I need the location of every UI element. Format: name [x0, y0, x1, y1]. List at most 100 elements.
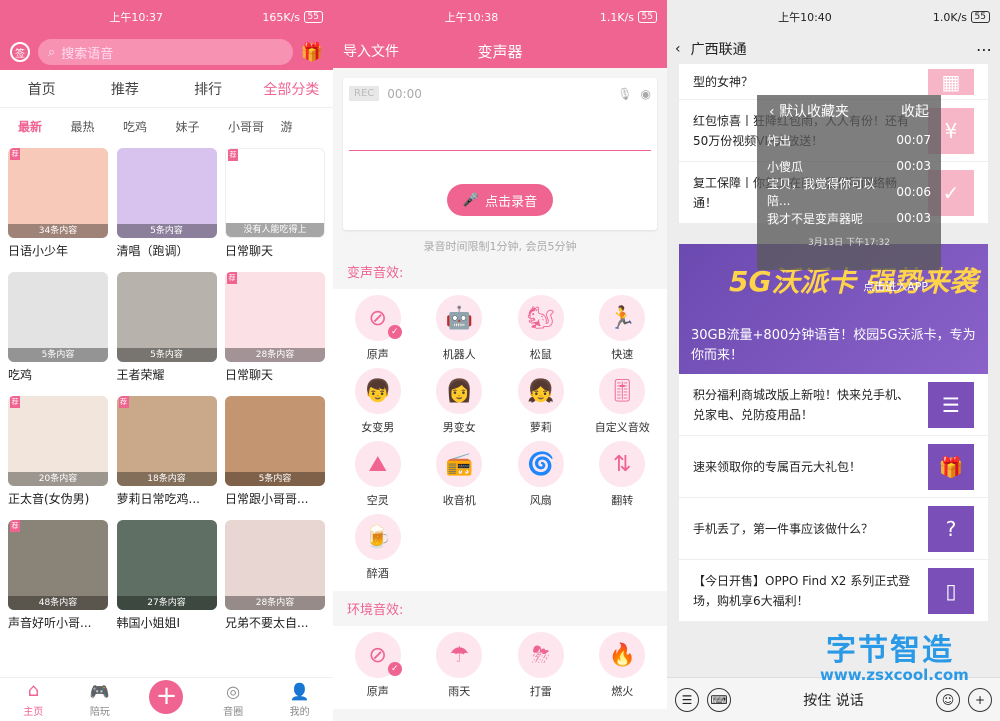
effect-icon: 🏃 [599, 295, 646, 341]
voice-card[interactable]: 荐 没有人能吃得上 日常聊天 [225, 148, 325, 262]
nav-me[interactable]: 👤 我的 [266, 682, 333, 718]
effect-icon: 🎚 [599, 368, 646, 414]
mic-icon[interactable]: 🎙 [617, 87, 632, 101]
effect-icon: 🤖 [436, 295, 483, 341]
recommend-badge: 荐 [10, 520, 20, 532]
collapse-button[interactable]: 收起 [901, 101, 929, 121]
effect-item[interactable]: 🌀 风扇 [500, 441, 582, 508]
effect-item[interactable]: ☂ 雨天 [419, 632, 501, 699]
subtab-games[interactable]: 游 [281, 118, 334, 135]
subtab-hottest[interactable]: 最热 [71, 118, 124, 135]
subtab-girls[interactable]: 妹子 [176, 118, 229, 135]
keyboard-icon[interactable]: ⌨ [707, 687, 731, 712]
article-thumbnail: ▦ [928, 68, 974, 95]
effect-item[interactable]: 👧 萝莉 [500, 368, 582, 435]
hold-to-talk-button[interactable]: 按住 说话 [739, 690, 928, 710]
nav-circle[interactable]: ◎ 音圈 [200, 682, 267, 718]
voice-card[interactable]: 荐 48条内容 声音好听小哥... [8, 520, 108, 634]
effect-label: 松鼠 [529, 348, 552, 361]
article-item[interactable]: 手机丢了，第一件事应该做什么？ ? [679, 498, 988, 560]
check-icon: ✓ [387, 662, 402, 676]
content-count: 27条内容 [116, 596, 217, 610]
effect-label: 萝莉 [529, 421, 552, 434]
article-item[interactable]: 积分福利商城改版上新啦！快来兑手机、兑家电、兑防疫用品！ ☰ [679, 374, 988, 436]
subtab-newest[interactable]: 最新 [18, 118, 71, 135]
sub-tabs: 最新 最热 吃鸡 妹子 小哥哥 游 [0, 108, 333, 144]
favorite-duration: 00:03 [896, 159, 931, 173]
voice-card[interactable]: 27条内容 韩国小姐姐I [116, 520, 217, 634]
effect-glyph: ⊘ [368, 305, 387, 331]
tab-all-categories[interactable]: 全部分类 [250, 79, 333, 99]
effect-item[interactable]: ⇅ 翻转 [582, 441, 664, 508]
battery-icon: 55 [637, 11, 657, 23]
voice-card[interactable]: 荐 20条内容 正太音(女伪男) [8, 396, 108, 510]
article-item[interactable]: 【今日开售】OPPO Find X2 系列正式登场，购机享6大福利！ ▯ [679, 560, 988, 622]
voice-title: 声音好听小哥... [8, 616, 92, 630]
import-file-button[interactable]: 导入文件 [343, 41, 399, 61]
article-icon: ? [945, 516, 957, 541]
effect-item[interactable]: 👦 女变男 [337, 368, 419, 435]
effect-item[interactable]: ⊘ ✓ 原声 [337, 295, 419, 362]
effect-item[interactable]: 🤖 机器人 [419, 295, 501, 362]
nav-play[interactable]: 🎮 陪玩 [67, 682, 134, 718]
search-placeholder: 搜索语音 [61, 46, 114, 62]
tab-ranking[interactable]: 排行 [167, 79, 250, 99]
voice-card[interactable]: 荐 28条内容 日常聊天 [225, 272, 325, 386]
favorite-item[interactable]: 宝贝，我觉得你可以陪... 00:06 [757, 177, 941, 208]
status-time: 上午10:40 [778, 11, 832, 24]
effect-item[interactable]: ⊘ ✓ 原声 [337, 632, 419, 699]
battery-icon: 55 [303, 11, 323, 23]
search-input[interactable]: ⌕ 搜索语音 [38, 39, 293, 65]
voice-card[interactable]: 5条内容 吃鸡 [8, 272, 108, 386]
effect-item[interactable]: ⛈ 打雷 [500, 632, 582, 699]
favorites-title[interactable]: ‹ 默认收藏夹 [769, 101, 849, 121]
voice-card[interactable]: 荐 18条内容 萝莉日常吃鸡... [116, 396, 217, 510]
favorite-item[interactable]: 我才不是变声器呢 00:03 [757, 205, 941, 231]
effect-icon: 🐿 [517, 295, 564, 341]
voice-card[interactable]: 5条内容 清唱（跑调） [116, 148, 217, 262]
subtab-boys[interactable]: 小哥哥 [228, 118, 281, 135]
subtab-pubg[interactable]: 吃鸡 [123, 118, 176, 135]
voice-card[interactable]: 5条内容 日常跟小哥哥... [225, 396, 325, 510]
record-box: REC 00:00 🎙 ◉ 🎤 点击录音 [343, 78, 657, 230]
effect-label: 原声 [366, 348, 389, 361]
voice-card[interactable]: 5条内容 王者荣耀 [116, 272, 217, 386]
menu-icon[interactable]: ☰ [675, 687, 699, 712]
more-icon[interactable]: ⋯ [976, 40, 992, 59]
tab-recommend[interactable]: 推荐 [83, 79, 166, 99]
effect-item[interactable]: 🐿 松鼠 [500, 295, 582, 362]
effect-icon: 🌀 [517, 441, 564, 487]
effect-item[interactable]: 👩 男变女 [419, 368, 501, 435]
record-button[interactable]: 🎤 点击录音 [447, 184, 553, 216]
effect-item[interactable]: 🎚 自定义音效 [582, 368, 664, 435]
header: 导入文件 变声器 [333, 34, 667, 68]
play-icon[interactable]: ◉ [641, 87, 651, 101]
voice-card[interactable]: 荐 34条内容 日语小少年 [8, 148, 108, 262]
emoji-icon[interactable]: ☺ [936, 687, 960, 712]
tab-home[interactable]: 首页 [0, 79, 83, 99]
nav-me-label: 我的 [289, 707, 310, 718]
effect-item[interactable]: 📻 收音机 [419, 441, 501, 508]
content-count: 34条内容 [8, 224, 108, 238]
article-item[interactable]: 速来领取你的专属百元大礼包！ 🎁 [679, 436, 988, 498]
voice-card[interactable]: 28条内容 兄弟不要太自... [225, 520, 325, 634]
add-icon[interactable]: + [968, 687, 992, 712]
favorite-duration: 00:07 [896, 133, 931, 147]
gift-icon[interactable]: 🎁 [301, 42, 323, 63]
nav-home[interactable]: ⌂ 主页 [0, 680, 67, 718]
watermark: 字节智造 [826, 633, 954, 668]
effect-item[interactable]: 🍺 醉酒 [337, 514, 419, 581]
sign-in-icon[interactable]: 签 [10, 42, 30, 62]
effect-item[interactable]: 🏃 快速 [582, 295, 664, 362]
effect-item[interactable]: ⛰ 空灵 [337, 441, 419, 508]
recommend-badge: 荐 [10, 148, 20, 160]
voice-title: 韩国小姐姐I [116, 616, 181, 630]
effect-item[interactable]: 🔥 燃火 [582, 632, 664, 699]
enter-app-link[interactable]: 点击进入APP [863, 278, 928, 294]
voice-thumbnail: 5条内容 [116, 148, 217, 238]
article-icon: ▦ [941, 69, 961, 94]
recommend-badge: 荐 [228, 149, 238, 161]
favorite-item[interactable]: 炸出 00:07 [757, 127, 941, 153]
back-icon[interactable]: ‹ [675, 41, 681, 57]
nav-add[interactable]: + [133, 680, 200, 718]
